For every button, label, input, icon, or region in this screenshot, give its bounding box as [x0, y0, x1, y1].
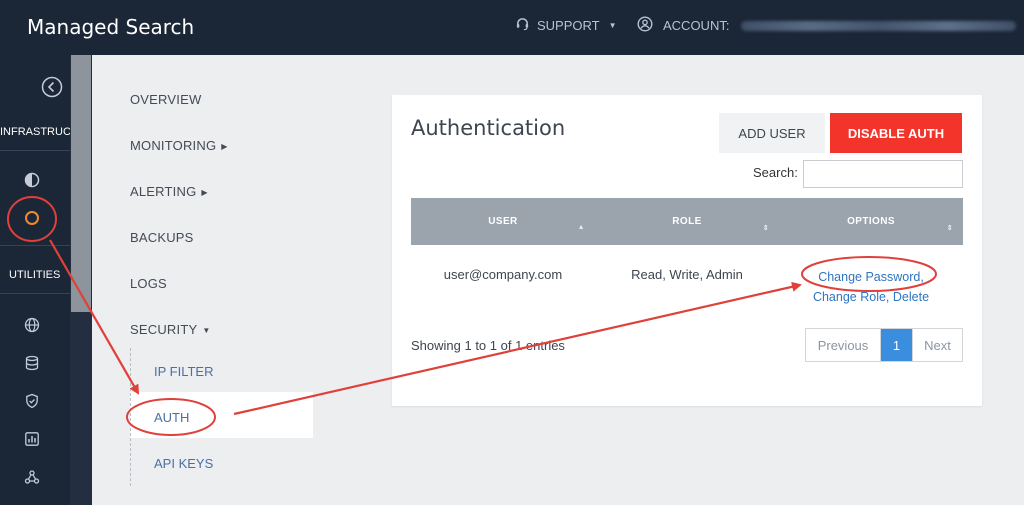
- app-title: Managed Search: [27, 15, 195, 39]
- nav-subitem-api-keys[interactable]: API KEYS: [154, 456, 213, 471]
- cell-role: Read, Write, Admin: [631, 267, 743, 282]
- column-header-user[interactable]: USER ▲: [411, 198, 595, 245]
- change-role-link[interactable]: Change Role,: [813, 290, 889, 304]
- rail-section-utilities: UTILITIES: [9, 269, 61, 281]
- shield-icon[interactable]: [20, 389, 44, 413]
- chevron-down-icon: ▼: [608, 20, 617, 30]
- support-menu[interactable]: SUPPORT ▼: [515, 16, 617, 34]
- account-menu[interactable]: ACCOUNT:: [637, 16, 1017, 35]
- page-title: Authentication: [411, 116, 566, 140]
- disable-auth-button[interactable]: DISABLE AUTH: [830, 113, 962, 153]
- half-circle-icon[interactable]: [20, 168, 44, 192]
- globe-icon[interactable]: [20, 313, 44, 337]
- pagination-page-current[interactable]: 1: [881, 329, 912, 361]
- secondary-nav: OVERVIEW MONITORING ▶ ALERTING ▶ BACKUPS L…: [92, 55, 392, 505]
- pagination: Previous 1 Next: [805, 328, 963, 362]
- change-password-link[interactable]: Change Password,: [818, 270, 924, 284]
- delete-link[interactable]: Delete: [893, 290, 929, 304]
- rail-divider: [0, 150, 70, 151]
- search-label: Search:: [753, 165, 798, 180]
- column-header-options[interactable]: OPTIONS ⇕: [779, 198, 963, 245]
- nav-subitem-auth[interactable]: AUTH: [154, 410, 189, 425]
- nav-item-backups[interactable]: BACKUPS: [130, 230, 194, 245]
- sort-icon: ⇕: [946, 225, 953, 232]
- rail-section-infrastructure: INFRASTRUCTURE: [0, 126, 70, 138]
- authentication-card: Authentication ADD USER DISABLE AUTH Sea…: [392, 95, 982, 406]
- pagination-next[interactable]: Next: [912, 329, 962, 361]
- sort-icon: ⇕: [762, 225, 769, 232]
- cell-user: user@company.com: [443, 267, 563, 282]
- rail-divider: [0, 293, 70, 294]
- left-rail: INFRASTRUCTURE UTILITIES: [0, 55, 70, 505]
- nav-subitem-ip-filter[interactable]: IP FILTER: [154, 364, 213, 379]
- bar-chart-icon[interactable]: [20, 427, 44, 451]
- headset-icon: [515, 16, 530, 34]
- redacted-account-name: [741, 20, 1017, 31]
- column-header-role[interactable]: ROLE ⇕: [595, 198, 779, 245]
- rail-scrollbar-thumb[interactable]: [71, 55, 91, 312]
- nav-item-alerting[interactable]: ALERTING ▶: [130, 184, 208, 199]
- nav-item-security[interactable]: SECURITY ▼: [130, 322, 210, 337]
- account-label: ACCOUNT:: [663, 18, 730, 33]
- database-icon[interactable]: [20, 351, 44, 375]
- caret-right-icon: ▶: [201, 188, 208, 197]
- sort-asc-icon: ▲: [577, 224, 585, 231]
- search-input[interactable]: [803, 160, 963, 188]
- table-row: user@company.com Read, Write, Admin Chan…: [411, 245, 963, 311]
- caret-down-icon: ▼: [202, 326, 211, 335]
- rail-scrollbar[interactable]: [70, 55, 92, 505]
- entries-summary: Showing 1 to 1 of 1 entries: [411, 338, 565, 353]
- collapse-icon[interactable]: [40, 75, 64, 99]
- circle-icon[interactable]: [20, 206, 44, 230]
- pagination-previous[interactable]: Previous: [806, 329, 881, 361]
- nav-item-logs[interactable]: LOGS: [130, 276, 167, 291]
- nav-item-overview[interactable]: OVERVIEW: [130, 92, 201, 107]
- table-header: USER ▲ ROLE ⇕ OPTIONS ⇕: [411, 198, 963, 245]
- cell-options: Change Password, Change Role, Delete: [779, 245, 963, 311]
- support-label: SUPPORT: [537, 17, 600, 33]
- top-bar: Managed Search SUPPORT ▼ ACCOUNT:: [0, 0, 1024, 55]
- nodes-icon[interactable]: [20, 465, 44, 489]
- add-user-button[interactable]: ADD USER: [719, 113, 825, 153]
- caret-right-icon: ▶: [221, 142, 228, 151]
- rail-divider: [0, 245, 70, 246]
- nav-item-monitoring[interactable]: MONITORING ▶: [130, 138, 228, 153]
- submenu-guide-line: [130, 348, 131, 486]
- user-icon: [637, 16, 653, 35]
